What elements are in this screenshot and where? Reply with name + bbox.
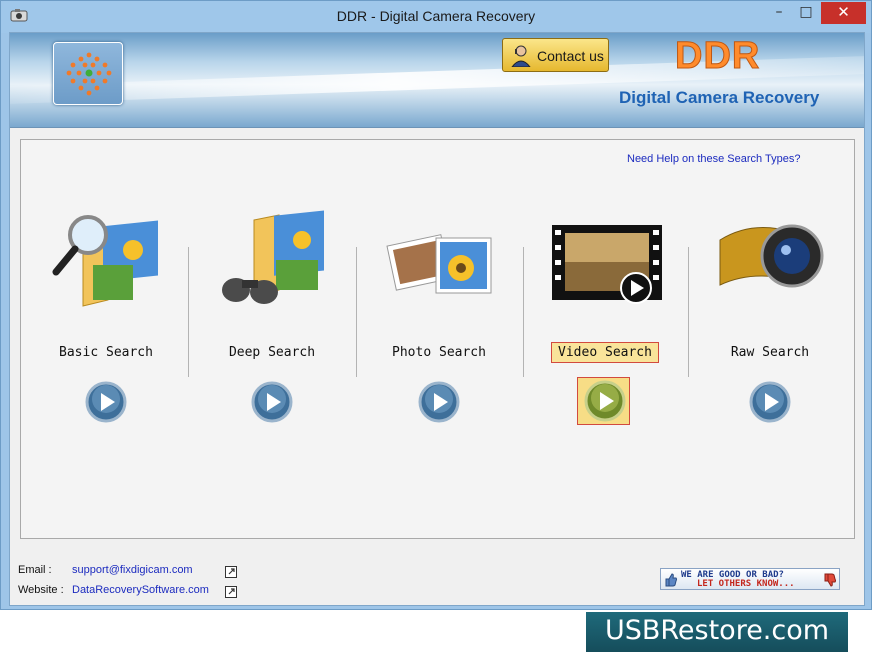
option-video-search[interactable]: Video Search bbox=[522, 210, 688, 430]
minimize-button[interactable]: – bbox=[766, 2, 792, 24]
contact-us-label: Contact us bbox=[537, 48, 604, 64]
camera-lens-film-icon bbox=[719, 224, 824, 288]
website-label: Website : bbox=[18, 584, 64, 596]
magnifier-folder-icon bbox=[52, 215, 158, 307]
play-button[interactable] bbox=[749, 381, 791, 423]
option-label: Video Search bbox=[551, 342, 659, 363]
window-title: DDR - Digital Camera Recovery bbox=[336, 8, 536, 24]
selected-play-frame[interactable] bbox=[577, 377, 630, 425]
maximize-button[interactable]: □ bbox=[793, 2, 819, 24]
play-button[interactable] bbox=[418, 381, 460, 423]
search-type-panel: Need Help on these Search Types? Basic S… bbox=[20, 139, 855, 539]
brand-name: DDR bbox=[674, 35, 761, 78]
rate-line-2: LET OTHERS KNOW... bbox=[697, 579, 795, 589]
option-label: Basic Search bbox=[59, 345, 153, 360]
watermark-badge: USBRestore.com bbox=[586, 612, 848, 652]
app-logo bbox=[53, 42, 123, 105]
rate-us-button[interactable]: WE ARE GOOD OR BAD? LET OTHERS KNOW... bbox=[660, 568, 840, 590]
photos-stack-icon bbox=[386, 234, 492, 294]
thumbs-up-icon bbox=[665, 573, 677, 587]
header-banner: Contact us DDR Digital Camera Recovery bbox=[10, 33, 864, 128]
option-photo-search[interactable]: Photo Search bbox=[356, 210, 522, 430]
client-area: Contact us DDR Digital Camera Recovery N… bbox=[9, 32, 865, 606]
option-label: Raw Search bbox=[730, 345, 810, 360]
option-label: Deep Search bbox=[228, 345, 316, 360]
option-label: Photo Search bbox=[392, 345, 486, 360]
thumbs-down-icon bbox=[824, 573, 836, 587]
film-strip-icon bbox=[552, 225, 662, 304]
app-window: DDR - Digital Camera Recovery – □ ✕ Cont… bbox=[0, 0, 872, 610]
logo-dots-icon bbox=[66, 52, 112, 96]
binoculars-folder-icon bbox=[222, 210, 324, 304]
play-button[interactable] bbox=[85, 381, 127, 423]
product-subtitle: Digital Camera Recovery bbox=[619, 88, 820, 107]
play-button[interactable] bbox=[584, 380, 626, 422]
option-deep-search[interactable]: Deep Search bbox=[189, 210, 355, 430]
search-help-link[interactable]: Need Help on these Search Types? bbox=[627, 153, 800, 165]
title-bar[interactable]: DDR - Digital Camera Recovery – □ ✕ bbox=[1, 1, 871, 33]
email-link[interactable]: support@fixdigicam.com bbox=[72, 564, 193, 576]
website-link[interactable]: DataRecoverySoftware.com bbox=[72, 584, 209, 596]
option-raw-search[interactable]: Raw Search bbox=[687, 210, 853, 430]
play-button[interactable] bbox=[251, 381, 293, 423]
close-button[interactable]: ✕ bbox=[821, 2, 866, 24]
contact-us-button[interactable]: Contact us bbox=[502, 38, 609, 72]
external-link-icon[interactable] bbox=[225, 586, 237, 598]
support-person-icon bbox=[511, 45, 531, 67]
option-basic-search[interactable]: Basic Search bbox=[23, 210, 189, 430]
external-link-icon[interactable] bbox=[225, 566, 237, 578]
email-label: Email : bbox=[18, 564, 52, 576]
